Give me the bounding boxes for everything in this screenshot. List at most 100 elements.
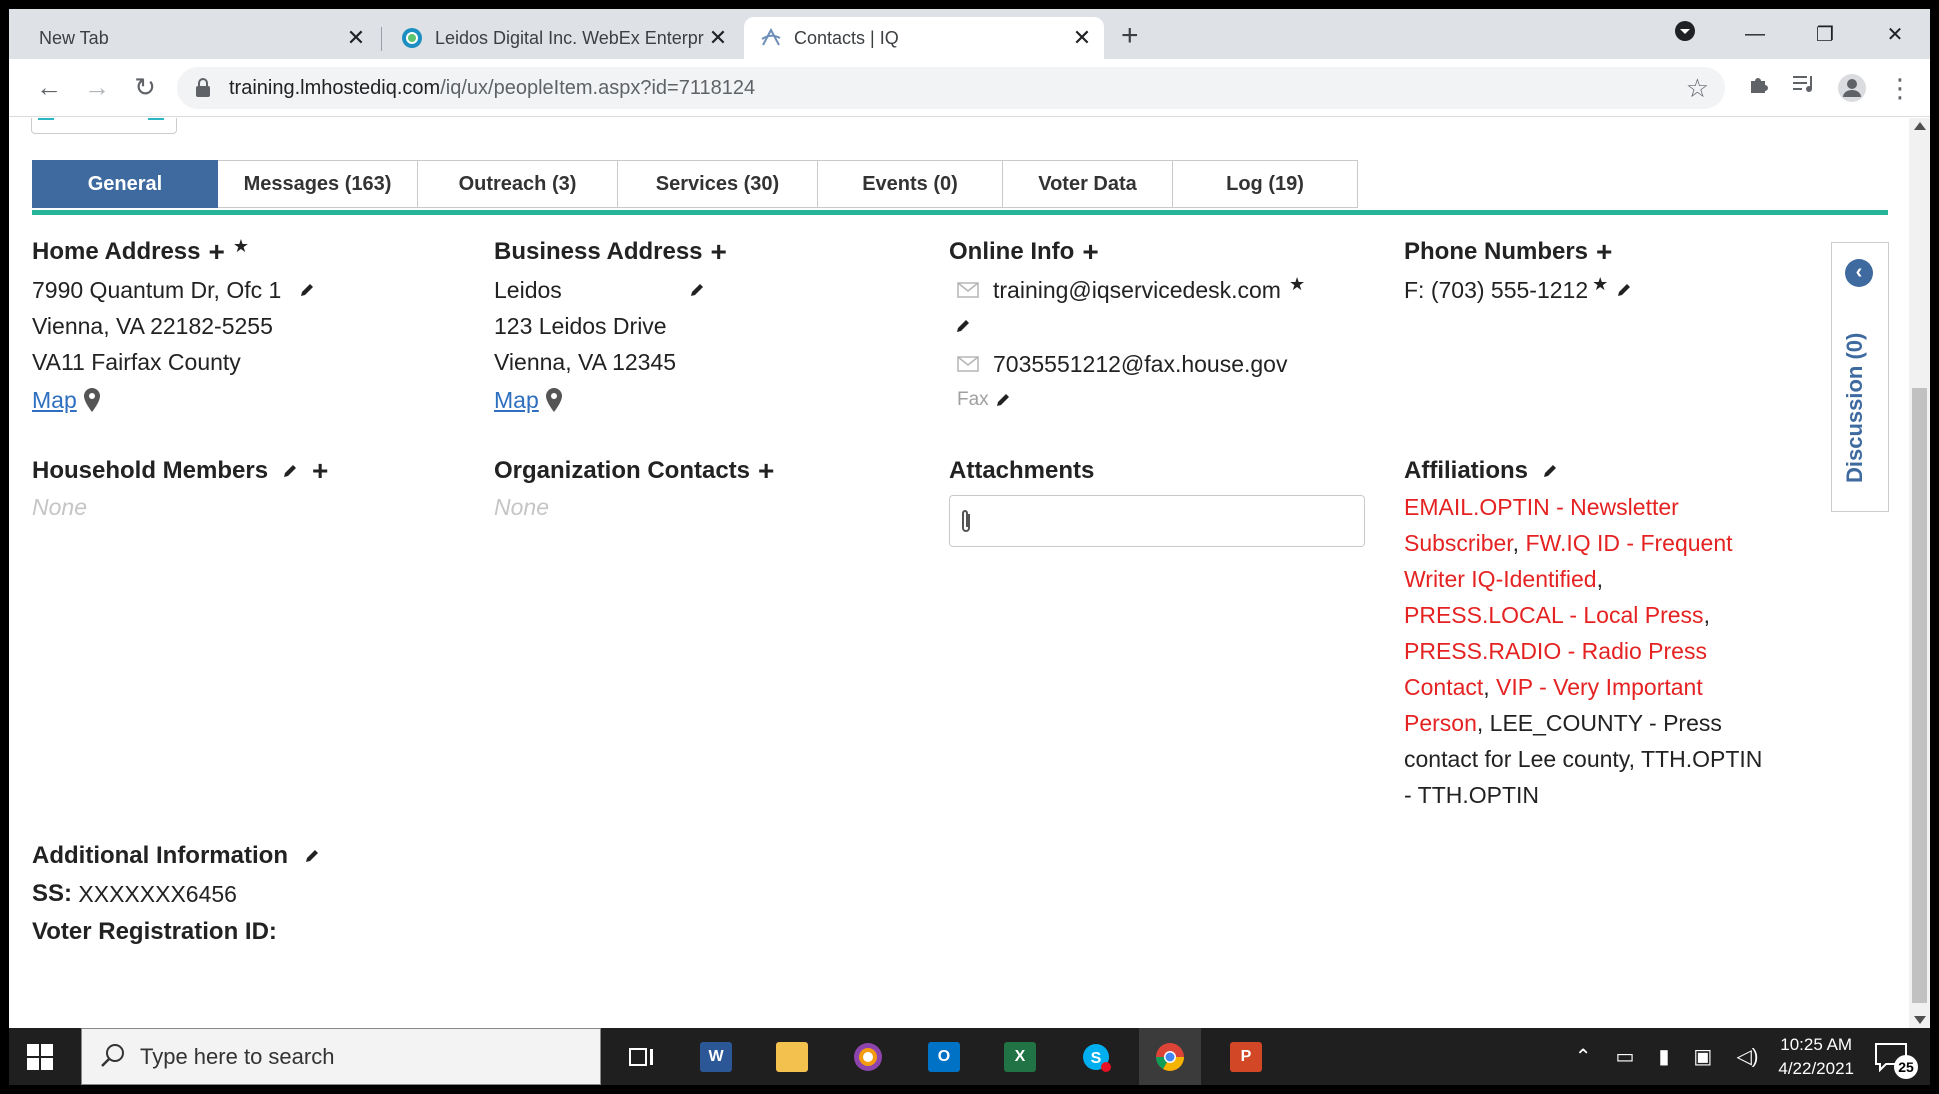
browser-tab-title: Leidos Digital Inc. WebEx Enterpr bbox=[435, 27, 704, 48]
online-info-title: Online Info bbox=[949, 238, 1075, 265]
file-explorer-icon[interactable] bbox=[761, 1028, 823, 1085]
organization-contacts-title: Organization Contacts bbox=[494, 457, 751, 484]
edit-pencil-icon[interactable] bbox=[995, 392, 1011, 408]
additional-information-section: Additional Information SS: XXXXXXX6456 V… bbox=[32, 840, 632, 950]
word-app-icon[interactable]: W bbox=[685, 1028, 747, 1085]
task-view-icon[interactable] bbox=[611, 1028, 673, 1085]
ss-label: SS: bbox=[32, 880, 73, 907]
add-online-info-icon[interactable]: + bbox=[1082, 238, 1098, 266]
address-bar[interactable]: training.lmhostediq.com/iq/ux/peopleItem… bbox=[177, 67, 1725, 109]
bookmark-star-icon[interactable]: ☆ bbox=[1686, 73, 1709, 104]
browser-tab-new-tab[interactable]: New Tab ✕ bbox=[23, 17, 378, 59]
taskbar-search-placeholder: Type here to search bbox=[140, 1044, 335, 1069]
close-icon[interactable]: ✕ bbox=[344, 26, 368, 50]
organization-contacts-empty-text: None bbox=[494, 494, 549, 520]
add-household-member-icon[interactable]: + bbox=[312, 457, 328, 485]
screen: New Tab ✕ Leidos Digital Inc. WebEx Ente… bbox=[0, 0, 1939, 1094]
edit-pencil-icon[interactable] bbox=[955, 318, 971, 334]
page-scrollbar[interactable] bbox=[1909, 118, 1930, 1028]
excel-app-icon[interactable]: X bbox=[989, 1028, 1051, 1085]
additional-information-title: Additional Information bbox=[32, 842, 288, 869]
tab-voter-data[interactable]: Voter Data bbox=[1003, 160, 1173, 208]
minimize-icon[interactable]: — bbox=[1720, 23, 1790, 46]
taskbar-clock[interactable]: 10:25 AM 4/22/2021 bbox=[1778, 1033, 1854, 1081]
home-map-link[interactable]: Map bbox=[32, 382, 77, 418]
fax-phone-number: F: (703) 555-1212 bbox=[1404, 277, 1589, 303]
browser-menu-icon[interactable]: ⋮ bbox=[1885, 73, 1915, 103]
profile-avatar-icon[interactable] bbox=[1837, 73, 1867, 103]
add-organization-contact-icon[interactable]: + bbox=[758, 457, 774, 485]
tab-events[interactable]: Events (0) bbox=[818, 160, 1003, 208]
extensions-icon[interactable] bbox=[1743, 73, 1773, 103]
skype-app-icon[interactable]: S bbox=[1065, 1028, 1127, 1085]
browser-tab-contacts[interactable]: Contacts | IQ ✕ bbox=[744, 17, 1104, 59]
taskbar-search-box[interactable]: Type here to search bbox=[81, 1028, 601, 1085]
discussion-panel-toggle[interactable]: ‹ Discussion (0) bbox=[1831, 242, 1889, 512]
edit-pencil-icon[interactable] bbox=[282, 463, 298, 479]
edit-pencil-icon[interactable] bbox=[1616, 282, 1632, 298]
url-host: training.lmhostediq.com bbox=[229, 77, 441, 99]
edit-pencil-icon[interactable] bbox=[1542, 463, 1558, 479]
primary-star-icon: ★ bbox=[1592, 274, 1609, 294]
microphone-icon[interactable]: ▮ bbox=[1658, 1044, 1669, 1069]
home-address-line-1: 7990 Quantum Dr, Ofc 1 bbox=[32, 277, 282, 303]
affiliations-title: Affiliations bbox=[1404, 457, 1528, 484]
map-pin-icon[interactable] bbox=[83, 387, 101, 413]
attachment-dropzone[interactable] bbox=[949, 495, 1365, 547]
new-tab-plus-icon[interactable]: + bbox=[1121, 21, 1139, 51]
battery-icon[interactable]: ▭ bbox=[1615, 1044, 1634, 1069]
close-icon[interactable]: ✕ bbox=[1070, 26, 1094, 50]
business-map-link[interactable]: Map bbox=[494, 382, 539, 418]
affiliation-press-local[interactable]: PRESS.LOCAL - Local Press bbox=[1404, 602, 1704, 628]
home-address-line-2: Vienna, VA 22182-5255 bbox=[32, 313, 273, 339]
close-window-icon[interactable]: ✕ bbox=[1860, 22, 1930, 47]
home-address-line-3: VA11 Fairfax County bbox=[32, 349, 241, 375]
primary-star-icon: ★ bbox=[232, 235, 249, 256]
tab-log[interactable]: Log (19) bbox=[1173, 160, 1358, 208]
contact-page: General Messages (163) Outreach (3) Serv… bbox=[9, 118, 1909, 1028]
restore-icon[interactable]: ❐ bbox=[1790, 22, 1860, 47]
affiliations-section: Affiliations EMAIL.OPTIN - Newsletter Su… bbox=[1404, 455, 1804, 813]
back-arrow-icon[interactable]: ← bbox=[31, 71, 67, 103]
clock-time: 10:25 AM bbox=[1780, 1034, 1853, 1054]
browser-tab-webex[interactable]: Leidos Digital Inc. WebEx Enterpr ✕ bbox=[385, 17, 740, 59]
media-control-icon[interactable] bbox=[1789, 73, 1819, 103]
system-tray: ⌃ ▭ ▮ ▣ ◁) 10:25 AM 4/22/2021 25 bbox=[1563, 1028, 1930, 1085]
paperclip-icon[interactable] bbox=[958, 508, 974, 536]
fax-email-address[interactable]: 7035551212@fax.house.gov bbox=[993, 346, 1287, 382]
primary-star-icon: ★ bbox=[1288, 274, 1306, 294]
chrome-app-icon[interactable] bbox=[1139, 1028, 1201, 1085]
url-path: /iq/ux/peopleItem.aspx?id=7118124 bbox=[440, 77, 756, 99]
tab-outreach[interactable]: Outreach (3) bbox=[418, 160, 618, 208]
tab-search-icon[interactable] bbox=[1650, 20, 1720, 48]
edit-pencil-icon[interactable] bbox=[299, 282, 315, 298]
add-business-address-icon[interactable]: + bbox=[711, 238, 727, 266]
close-icon[interactable]: ✕ bbox=[706, 26, 730, 50]
windows-start-icon[interactable] bbox=[27, 1044, 53, 1070]
webex-app-icon[interactable] bbox=[837, 1028, 899, 1085]
add-phone-icon[interactable]: + bbox=[1596, 238, 1612, 266]
edit-pencil-icon[interactable] bbox=[304, 848, 320, 864]
forward-arrow-icon[interactable]: → bbox=[79, 71, 115, 103]
email-address[interactable]: training@iqservicedesk.com bbox=[993, 272, 1281, 308]
window-controls: — ❐ ✕ bbox=[1650, 9, 1930, 59]
business-address-title: Business Address bbox=[494, 238, 703, 265]
tab-services[interactable]: Services (30) bbox=[618, 160, 818, 208]
voter-registration-label: Voter Registration ID: bbox=[32, 918, 277, 945]
network-icon[interactable]: ▣ bbox=[1693, 1044, 1712, 1069]
attachments-title: Attachments bbox=[949, 457, 1095, 484]
map-pin-icon[interactable] bbox=[545, 387, 563, 413]
powerpoint-app-icon[interactable]: P bbox=[1215, 1028, 1277, 1085]
chevron-left-icon[interactable]: ‹ bbox=[1845, 259, 1873, 287]
notification-center-icon[interactable]: 25 bbox=[1874, 1037, 1918, 1079]
chevron-up-icon[interactable]: ⌃ bbox=[1575, 1044, 1592, 1069]
edit-pencil-icon[interactable] bbox=[689, 282, 705, 298]
add-home-address-icon[interactable]: + bbox=[209, 238, 225, 266]
volume-icon[interactable]: ◁) bbox=[1736, 1044, 1758, 1069]
outlook-app-icon[interactable]: O bbox=[913, 1028, 975, 1085]
reload-icon[interactable]: ↻ bbox=[127, 71, 163, 103]
organization-contacts-section: Organization Contacts + None bbox=[494, 455, 924, 527]
tab-general[interactable]: General bbox=[32, 160, 218, 208]
email-icon bbox=[957, 356, 979, 372]
tab-messages[interactable]: Messages (163) bbox=[218, 160, 418, 208]
